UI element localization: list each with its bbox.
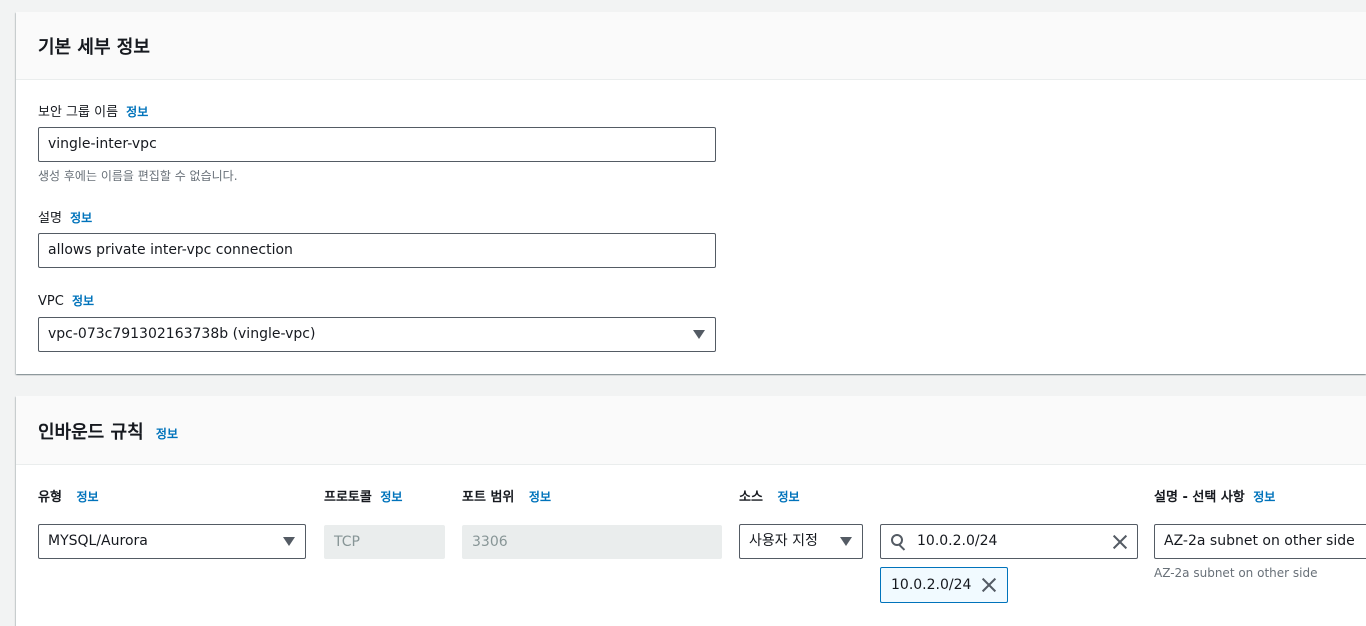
source-type-value: 사용자 지정 [749,533,818,549]
vpc-select[interactable]: vpc-073c791302163738b (vingle-vpc) [38,317,716,352]
caret-down-icon [840,537,852,546]
vpc-info-link[interactable]: 정보 [72,294,94,308]
rule-description-input[interactable]: AZ-2a subnet on other side [1154,524,1366,559]
basic-details-title: 기본 세부 정보 [38,37,150,58]
description-label: 설명 정보 [38,211,93,226]
source-type-select[interactable]: 사용자 지정 [739,524,863,559]
column-header-description: 설명 - 선택 사항 정보 [1154,490,1276,505]
security-group-name-label: 보안 그룹 이름 정보 [38,105,149,120]
description-input[interactable]: allows private inter-vpc connection [38,233,716,268]
column-header-port-range: 포트 범위 정보 [462,490,551,505]
column-header-source: 소스 정보 [739,490,800,505]
rule-type-select[interactable]: MYSQL/Aurora [38,524,306,559]
security-group-name-input[interactable]: vingle-inter-vpc [38,127,716,162]
security-group-name-info-link[interactable]: 정보 [126,105,148,119]
basic-details-header: 기본 세부 정보 [16,12,1366,80]
source-search-value: 10.0.2.0/24 [917,533,998,549]
close-icon[interactable] [981,577,997,593]
caret-down-icon [283,537,295,546]
inbound-rules-title: 인바운드 규칙 정보 [38,422,179,443]
port-range-info-link[interactable]: 정보 [529,490,551,504]
search-icon [891,534,906,551]
vpc-label: VPC 정보 [38,294,95,309]
protocol-info-link[interactable]: 정보 [380,490,402,504]
inbound-rules-header: 인바운드 규칙 정보 [16,396,1366,465]
caret-down-icon [693,330,705,339]
source-info-link[interactable]: 정보 [777,490,799,504]
column-header-protocol: 프로토콜 정보 [324,490,403,505]
inbound-rules-info-link[interactable]: 정보 [156,427,178,441]
source-token-label: 10.0.2.0/24 [891,577,972,593]
rule-description-hint: AZ-2a subnet on other side [1154,566,1318,580]
description-optional-info-link[interactable]: 정보 [1253,490,1275,504]
description-info-link[interactable]: 정보 [70,211,92,225]
source-token: 10.0.2.0/24 [880,567,1008,603]
protocol-field: TCP [324,525,445,559]
inbound-rules-panel: 인바운드 규칙 정보 유형 정보 프로토콜 정보 포트 범위 정보 소스 정보 … [16,396,1366,626]
close-icon[interactable] [1112,534,1128,550]
column-header-type: 유형 정보 [38,490,99,505]
vpc-select-value: vpc-073c791302163738b (vingle-vpc) [48,326,316,342]
source-search-input[interactable]: 10.0.2.0/24 [880,524,1138,559]
port-range-field: 3306 [462,525,722,559]
security-group-name-hint: 생성 후에는 이름을 편집할 수 없습니다. [38,169,238,183]
type-info-link[interactable]: 정보 [76,490,98,504]
rule-type-value: MYSQL/Aurora [48,533,148,549]
basic-details-panel: 기본 세부 정보 보안 그룹 이름 정보 vingle-inter-vpc 생성… [16,12,1366,374]
